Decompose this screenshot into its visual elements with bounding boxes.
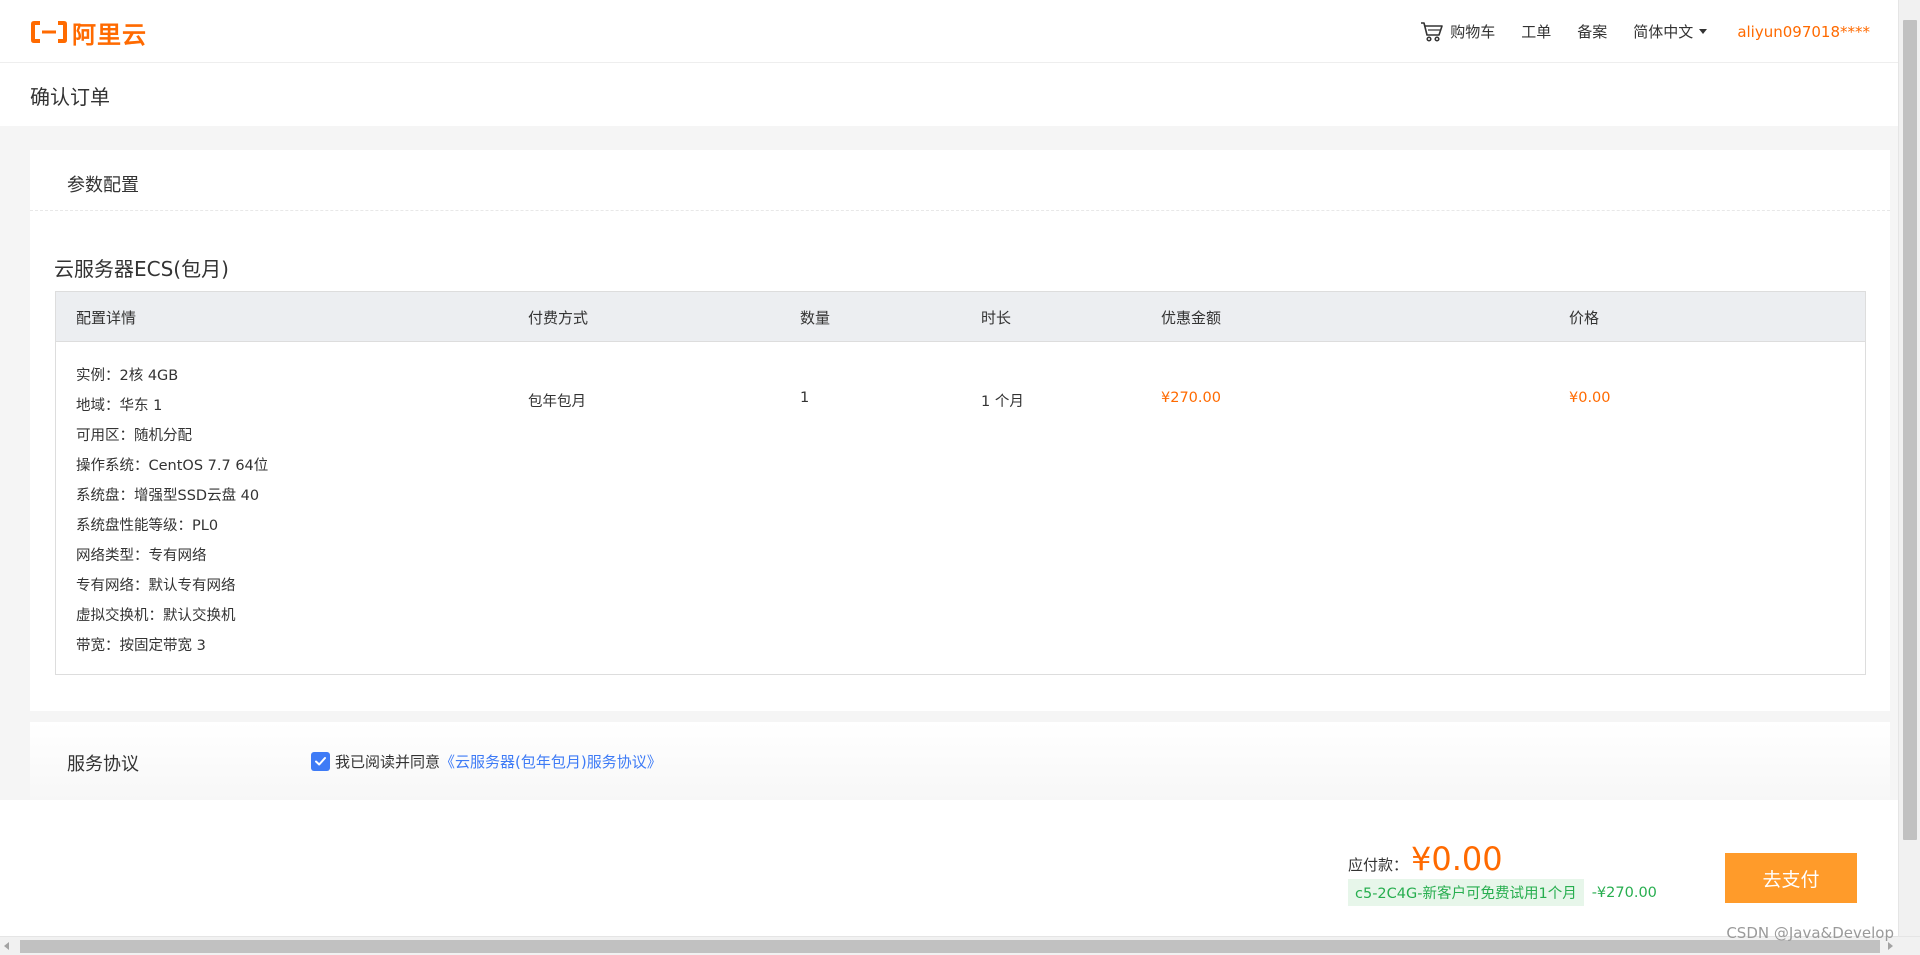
promotion-badge: c5-2C4G-新客户可免费试用1个月 xyxy=(1348,879,1584,906)
product-title: 云服务器ECS(包月) xyxy=(54,257,229,281)
pay-button[interactable]: 去支付 xyxy=(1725,853,1857,903)
aliyun-logo-icon xyxy=(31,21,67,43)
page-title: 确认订单 xyxy=(30,85,110,109)
spec-list: 实例：2核 4GB 地域：华东 1 可用区：随机分配 操作系统：CentOS 7… xyxy=(76,361,268,661)
logo-text: 阿里云 xyxy=(72,20,147,49)
page: 阿里云 购物车 工单 备案 简体中文 aliyun097018**** 确认订单… xyxy=(0,0,1920,955)
horizontal-scrollbar[interactable] xyxy=(0,936,1920,955)
agreement-title: 服务协议 xyxy=(67,754,139,775)
spec-item-vswitch: 虚拟交换机：默认交换机 xyxy=(76,608,236,624)
column-discount: 优惠金额 xyxy=(1161,309,1222,327)
cart-link[interactable]: 购物车 xyxy=(1420,21,1495,43)
spec-item-network-type: 网络类型：专有网络 xyxy=(76,548,207,564)
discount-value: ¥270.00 xyxy=(1161,390,1221,406)
column-config-details: 配置详情 xyxy=(76,309,137,327)
promotion-value: -¥270.00 xyxy=(1591,884,1657,901)
duration-value: 1 个月 xyxy=(981,394,1024,410)
spec-item-bandwidth: 带宽：按固定带宽 3 xyxy=(76,638,206,654)
scroll-left-arrow-icon[interactable] xyxy=(4,942,9,950)
spec-item-region: 地域：华东 1 xyxy=(76,398,163,414)
promotion-row: c5-2C4G-新客户可免费试用1个月 -¥270.00 xyxy=(1348,879,1657,906)
vertical-scrollbar-thumb[interactable] xyxy=(1903,20,1917,840)
service-agreement-section: 服务协议 我已阅读并同意 《云服务器(包年包月)服务协议》 xyxy=(30,722,1890,800)
watermark: CSDN @Java&Develop xyxy=(1726,924,1894,942)
agreement-link[interactable]: 《云服务器(包年包月)服务协议》 xyxy=(440,751,662,772)
cart-label: 购物车 xyxy=(1450,23,1496,41)
spec-item-zone: 可用区：随机分配 xyxy=(76,428,192,444)
config-section-title: 参数配置 xyxy=(67,175,139,196)
filing-link[interactable]: 备案 xyxy=(1577,21,1607,42)
top-nav-bar: 阿里云 购物车 工单 备案 简体中文 aliyun097018**** xyxy=(0,0,1898,63)
column-billing-method: 付费方式 xyxy=(528,309,589,327)
shopping-cart-icon xyxy=(1421,21,1444,42)
quantity-value: 1 xyxy=(800,390,810,406)
scroll-right-arrow-icon[interactable] xyxy=(1888,942,1893,950)
table-row: 实例：2核 4GB 地域：华东 1 可用区：随机分配 操作系统：CentOS 7… xyxy=(56,342,1865,674)
order-table: 配置详情 付费方式 数量 时长 优惠金额 价格 实例：2核 4GB 地域：华东 … xyxy=(55,291,1866,675)
agreement-checkbox-row: 我已阅读并同意 《云服务器(包年包月)服务协议》 xyxy=(311,751,662,772)
billing-method-value: 包年包月 xyxy=(528,394,586,410)
config-card-header: 参数配置 xyxy=(30,150,1890,211)
ticket-link[interactable]: 工单 xyxy=(1521,21,1551,42)
column-price: 价格 xyxy=(1569,309,1600,327)
amount-due-value: ¥0.00 xyxy=(1411,840,1503,878)
horizontal-scrollbar-thumb[interactable] xyxy=(20,940,1880,953)
user-account-link[interactable]: aliyun097018**** xyxy=(1737,23,1870,41)
top-nav: 购物车 工单 备案 简体中文 aliyun097018**** xyxy=(1394,0,1870,63)
language-label: 简体中文 xyxy=(1633,23,1694,41)
amount-due-label: 应付款： xyxy=(1348,856,1409,874)
spec-item-os: 操作系统：CentOS 7.7 64位 xyxy=(76,458,269,474)
amount-due: 应付款： ¥0.00 xyxy=(1348,840,1503,878)
spec-item-disk-performance: 系统盘性能等级：PL0 xyxy=(76,518,219,534)
spec-item-vpc: 专有网络：默认专有网络 xyxy=(76,578,236,594)
caret-down-icon xyxy=(1699,29,1708,34)
table-header: 配置详情 付费方式 数量 时长 优惠金额 价格 xyxy=(56,292,1865,342)
aliyun-logo[interactable]: 阿里云 xyxy=(29,18,147,49)
agreement-text: 我已阅读并同意 xyxy=(335,753,441,771)
checkmark-icon xyxy=(315,757,326,766)
spec-item-instance: 实例：2核 4GB xyxy=(76,368,179,384)
language-dropdown[interactable]: 简体中文 xyxy=(1633,21,1708,42)
config-card: 参数配置 云服务器ECS(包月) 配置详情 付费方式 数量 时长 优惠金额 价格… xyxy=(30,150,1890,711)
agreement-checkbox[interactable] xyxy=(311,752,330,771)
payment-footer: 应付款： ¥0.00 c5-2C4G-新客户可免费试用1个月 -¥270.00 … xyxy=(0,800,1898,936)
price-value: ¥0.00 xyxy=(1569,390,1611,406)
vertical-scrollbar[interactable] xyxy=(1898,0,1920,936)
page-title-bar: 确认订单 xyxy=(0,63,1898,126)
spec-item-system-disk: 系统盘：增强型SSD云盘 40 xyxy=(76,488,260,504)
column-duration: 时长 xyxy=(981,309,1012,327)
column-quantity: 数量 xyxy=(800,309,831,327)
